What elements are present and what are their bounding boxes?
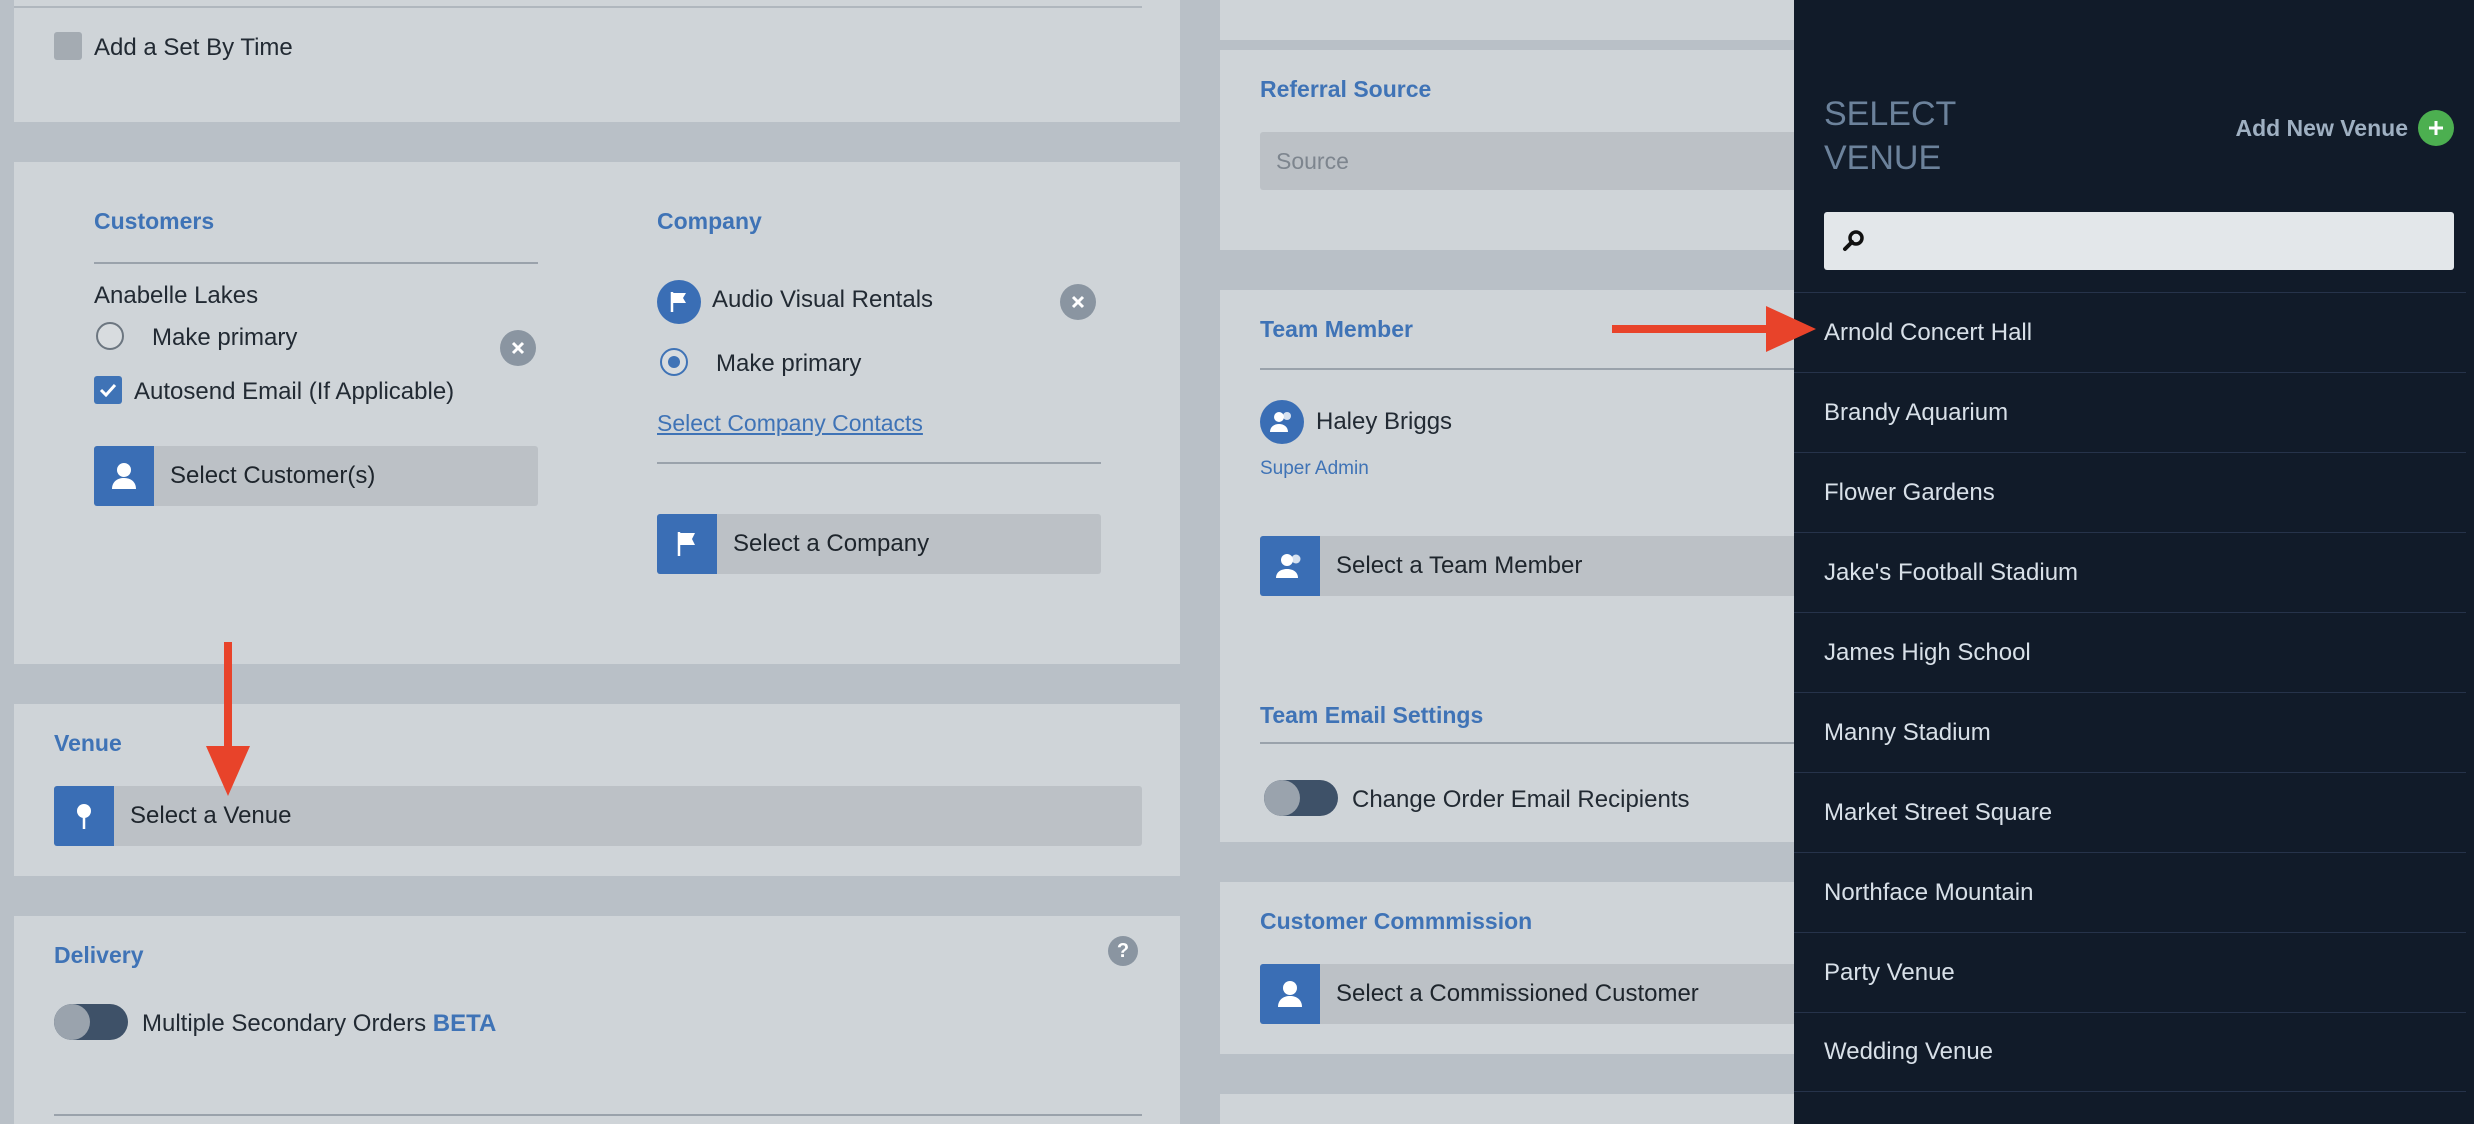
down-arrow-annotation — [206, 642, 250, 796]
venue-item-wedding-venue[interactable]: Wedding Venue — [1794, 1012, 2466, 1092]
venue-item-jakes-football-stadium[interactable]: Jake's Football Stadium — [1794, 532, 2466, 612]
select-company-label: Select a Company — [733, 530, 930, 557]
venue-item-market-street-square[interactable]: Market Street Square — [1794, 772, 2466, 852]
customer-primary-radio[interactable] — [96, 322, 124, 350]
company-primary-radio[interactable] — [660, 348, 688, 376]
company-primary-label: Make primary — [716, 350, 862, 377]
company-contacts-link[interactable]: Select Company Contacts — [657, 410, 923, 437]
flag-icon — [657, 514, 717, 574]
set-by-time-label: Add a Set By Time — [94, 34, 293, 61]
set-by-time-panel: Add a Set By Time — [14, 0, 1180, 122]
customers-company-panel: Customers Anabelle Lakes Make primary Au… — [14, 162, 1180, 664]
company-title: Company — [657, 208, 762, 234]
venue-item-brandy-aquarium[interactable]: Brandy Aquarium — [1794, 372, 2466, 452]
close-icon — [511, 341, 525, 355]
customer-primary-label: Make primary — [152, 324, 298, 351]
customers-title: Customers — [94, 208, 215, 234]
right-arrow-annotation — [1612, 306, 1816, 352]
team-member-title: Team Member — [1260, 316, 1413, 342]
company-remove-button[interactable] — [1060, 284, 1096, 320]
venue-item-james-high-school[interactable]: James High School — [1794, 612, 2466, 692]
autosend-checkbox[interactable] — [94, 376, 122, 404]
select-commissioned-customer-button[interactable]: Select a Commissioned Customer — [1260, 964, 1820, 1024]
company-divider — [657, 462, 1101, 464]
customer-name: Anabelle Lakes — [94, 282, 259, 309]
checkmark-icon — [99, 383, 117, 397]
multiple-orders-toggle[interactable] — [54, 1004, 128, 1040]
venue-title: Venue — [54, 730, 122, 756]
referral-source-input[interactable] — [1260, 132, 1820, 190]
customer-remove-button[interactable] — [500, 330, 536, 366]
plus-icon — [2418, 110, 2454, 146]
beta-badge: BETA — [432, 1010, 497, 1037]
set-by-time-checkbox[interactable] — [54, 32, 82, 60]
team-member-name: Haley Briggs — [1316, 408, 1453, 435]
venue-item-party-venue[interactable]: Party Venue — [1794, 932, 2466, 1012]
close-icon — [1071, 295, 1085, 309]
multiple-orders-label: Multiple Secondary Orders BETA — [142, 1010, 497, 1037]
company-flag-icon — [657, 280, 701, 324]
venue-panel: Venue Select a Venue — [14, 704, 1180, 876]
select-team-member-label: Select a Team Member — [1336, 552, 1583, 579]
commission-panel: Customer Commmission Select a Commission… — [1220, 882, 1820, 1054]
right-bottom-panel — [1220, 1094, 1820, 1124]
select-company-button[interactable]: Select a Company — [657, 514, 1101, 574]
drawer-title: SELECT VENUE — [1824, 95, 1956, 177]
user-icon — [94, 446, 154, 506]
delivery-help-button[interactable]: ? — [1108, 936, 1138, 966]
select-customers-button[interactable]: Select Customer(s) — [94, 446, 538, 506]
change-order-email-toggle[interactable] — [1264, 780, 1338, 816]
select-commissioned-customer-label: Select a Commissioned Customer — [1336, 980, 1699, 1007]
select-team-member-button[interactable]: Select a Team Member — [1260, 536, 1820, 596]
user-icon — [1260, 964, 1320, 1024]
map-pin-icon — [54, 786, 114, 846]
help-icon: ? — [1116, 939, 1130, 962]
team-email-panel: Team Email Settings Change Order Email R… — [1220, 660, 1820, 842]
delivery-title: Delivery — [54, 942, 144, 968]
change-order-email-label: Change Order Email Recipients — [1352, 786, 1690, 813]
select-customers-label: Select Customer(s) — [170, 462, 376, 489]
commission-title: Customer Commmission — [1260, 908, 1533, 934]
venue-item-arnold-concert-hall[interactable]: Arnold Concert Hall — [1794, 292, 2466, 372]
right-top-panel — [1220, 0, 1820, 40]
autosend-label: Autosend Email (If Applicable) — [134, 378, 455, 405]
select-venue-drawer: SELECT VENUE Add New Venue Arnold Concer… — [1794, 0, 2474, 1124]
team-email-title: Team Email Settings — [1260, 702, 1484, 728]
select-venue-label: Select a Venue — [130, 802, 292, 829]
venue-search-box[interactable] — [1824, 212, 2454, 270]
venue-item-flower-gardens[interactable]: Flower Gardens — [1794, 452, 2466, 532]
delivery-panel: Delivery ? Multiple Secondary Orders BET… — [14, 916, 1180, 1124]
referral-title: Referral Source — [1260, 76, 1432, 102]
venue-list: Arnold Concert Hall Brandy Aquarium Flow… — [1794, 292, 2466, 1092]
customers-divider — [94, 262, 538, 264]
venue-search-input[interactable] — [1824, 212, 2454, 270]
users-icon — [1270, 412, 1291, 432]
team-member-avatar — [1260, 400, 1304, 444]
company-name: Audio Visual Rentals — [712, 286, 934, 313]
team-member-role: Super Admin — [1260, 458, 1369, 479]
venue-item-manny-stadium[interactable]: Manny Stadium — [1794, 692, 2466, 772]
add-new-venue-button[interactable]: Add New Venue — [2235, 110, 2454, 146]
search-icon — [1843, 230, 1864, 251]
users-icon — [1260, 536, 1320, 596]
referral-source-field[interactable] — [1260, 132, 1820, 190]
venue-item-northface-mountain[interactable]: Northface Mountain — [1794, 852, 2466, 932]
referral-panel: Referral Source — [1220, 50, 1820, 250]
add-new-venue-label: Add New Venue — [2235, 114, 2408, 141]
